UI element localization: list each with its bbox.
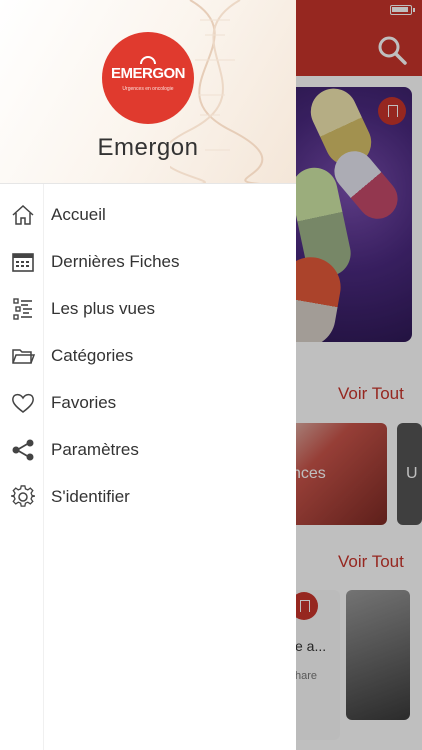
drawer-header: EMERGON Urgences en oncologie Emergon	[0, 0, 296, 184]
home-icon	[12, 204, 34, 225]
menu-item-les-plus-vues[interactable]: Les plus vues	[0, 286, 296, 333]
share-icon	[12, 439, 34, 461]
list-icon	[13, 298, 32, 320]
drawer-menu: Accueil Dernières Fiches Les plus vues C…	[0, 192, 296, 521]
heart-icon	[12, 393, 34, 413]
menu-item-label: Les plus vues	[51, 299, 155, 318]
menu-item-label: Accueil	[51, 205, 106, 224]
menu-item-parametres[interactable]: Paramètres	[0, 427, 296, 474]
menu-item-accueil[interactable]: Accueil	[0, 192, 296, 239]
folder-icon	[12, 349, 35, 364]
menu-item-label: Paramètres	[51, 440, 139, 459]
menu-item-label: Catégories	[51, 346, 134, 365]
menu-item-favories[interactable]: Favories	[0, 380, 296, 427]
menu-item-label: Favories	[51, 393, 117, 412]
logo-text: EMERGON	[110, 65, 186, 82]
logo-tagline: Urgences en oncologie	[122, 86, 174, 92]
menu-item-label: Dernières Fiches	[51, 252, 180, 271]
menu-item-sidentifier[interactable]: S'identifier	[0, 474, 296, 521]
app-name: Emergon	[97, 134, 199, 161]
menu-item-categories[interactable]: Catégories	[0, 333, 296, 380]
menu-item-label: S'identifier	[51, 487, 130, 506]
calendar-icon	[12, 253, 34, 272]
app-logo: EMERGON Urgences en oncologie	[102, 32, 194, 124]
menu-item-dernieres-fiches[interactable]: Dernières Fiches	[0, 239, 296, 286]
navigation-drawer: EMERGON Urgences en oncologie Emergon Ac…	[0, 0, 296, 750]
gear-icon	[11, 485, 35, 507]
logo-mark	[140, 56, 156, 64]
